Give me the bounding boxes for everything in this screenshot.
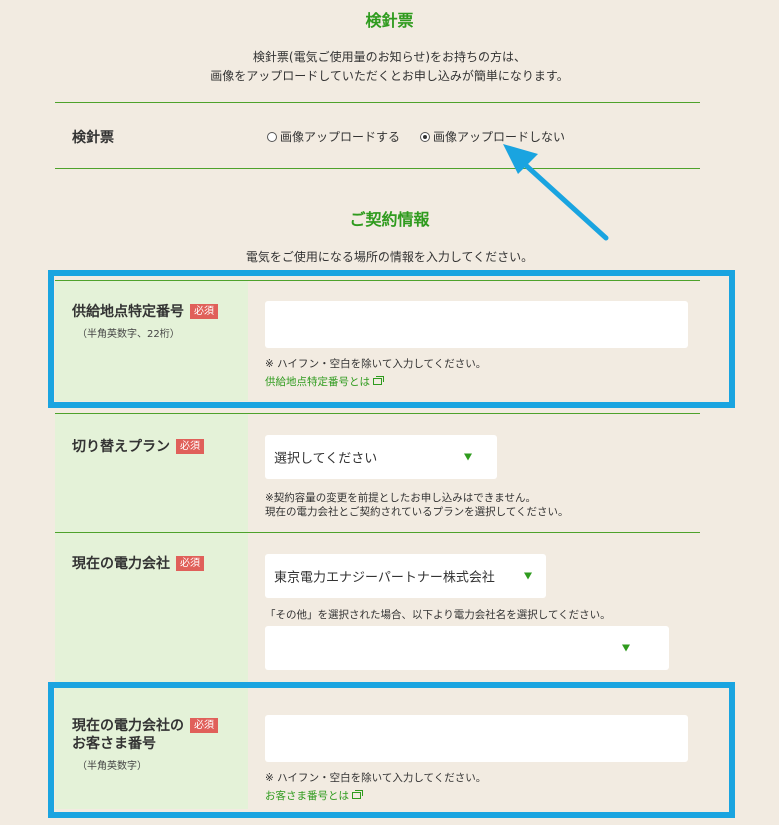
- customer-number-help-link[interactable]: お客さま番号とは: [265, 788, 363, 803]
- dropdown-caret-icon: [524, 572, 532, 580]
- dropdown-caret-icon: [622, 644, 630, 652]
- divider: [55, 168, 700, 169]
- other-company-select[interactable]: [265, 626, 669, 670]
- contract-section-title: ご契約情報: [349, 210, 430, 229]
- switch-plan-select[interactable]: 選択してください: [265, 435, 497, 479]
- required-badge: 必須: [176, 556, 204, 571]
- customer-number-input[interactable]: [265, 715, 688, 762]
- required-badge: 必須: [190, 304, 218, 319]
- meter-intro-line2: 画像をアップロードしていただくとお申し込みが簡単になります。: [210, 69, 569, 83]
- current-company-select[interactable]: 東京電力エナジーパートナー株式会社: [265, 554, 546, 598]
- divider: [55, 102, 700, 103]
- customer-number-label: 現在の電力会社の 必須 お客さま番号: [72, 717, 218, 753]
- switch-plan-row: 切り替えプラン 必須 選択してください ※契約容量の変更を前提としたお申し込みはで…: [55, 414, 700, 532]
- current-company-label: 現在の電力会社 必須: [72, 555, 204, 573]
- customer-number-row: 現在の電力会社の 必須 お客さま番号 （半角英数字） ※ ハイフン・空白を除いて入力…: [55, 681, 700, 809]
- radio-no-upload-label: 画像アップロードしない: [433, 130, 566, 144]
- customer-number-sub: （半角英数字）: [77, 761, 147, 772]
- switch-plan-label: 切り替えプラン 必須: [72, 438, 204, 456]
- radio-upload[interactable]: 画像アップロードする: [267, 128, 400, 145]
- required-badge: 必須: [190, 718, 218, 733]
- radio-off-icon: [267, 131, 277, 142]
- supply-point-row: 供給地点特定番号 必須 （半角英数字、22桁） ※ ハイフン・空白を除いて入力して…: [55, 281, 700, 401]
- radio-on-icon: [420, 131, 431, 142]
- contract-intro: 電気をご使用になる場所の情報を入力してください。: [245, 250, 534, 264]
- supply-point-sub: （半角英数字、22桁）: [77, 329, 180, 340]
- current-company-row: 現在の電力会社 必須 東京電力エナジーパートナー株式会社 「その他」を選択された場…: [55, 533, 700, 681]
- meter-upload-radio-group: 画像アップロードする 画像アップロードしない: [267, 128, 565, 145]
- supply-point-note: ※ ハイフン・空白を除いて入力してください。: [265, 358, 487, 370]
- external-link-icon: [352, 790, 363, 799]
- switch-plan-note1: ※契約容量の変更を前提としたお申し込みはできません。: [265, 492, 536, 504]
- external-link-icon: [373, 376, 384, 385]
- customer-number-note: ※ ハイフン・空白を除いて入力してください。: [265, 772, 487, 784]
- dropdown-caret-icon: [464, 453, 472, 461]
- radio-no-upload[interactable]: 画像アップロードしない: [420, 128, 565, 145]
- meter-field-label: 検針票: [72, 130, 114, 146]
- required-badge: 必須: [176, 439, 204, 454]
- supply-point-help-link[interactable]: 供給地点特定番号とは: [265, 374, 384, 389]
- switch-plan-selected: 選択してください: [274, 451, 378, 467]
- meter-intro-line1: 検針票(電気ご使用量のお知らせ)をお持ちの方は、: [252, 50, 527, 64]
- supply-point-input[interactable]: [265, 301, 688, 348]
- supply-point-label-cell: 供給地点特定番号 必須 （半角英数字、22桁）: [55, 281, 248, 401]
- switch-plan-note2: 現在の電力会社とご契約されているプランを選択してください。: [265, 506, 569, 518]
- current-company-selected: 東京電力エナジーパートナー株式会社: [274, 570, 495, 586]
- radio-upload-label: 画像アップロードする: [280, 130, 401, 144]
- current-company-note: 「その他」を選択された場合、以下より電力会社名を選択してください。: [265, 609, 611, 621]
- supply-point-label: 供給地点特定番号 必須: [72, 303, 218, 321]
- meter-section-title: 検針票: [365, 11, 414, 30]
